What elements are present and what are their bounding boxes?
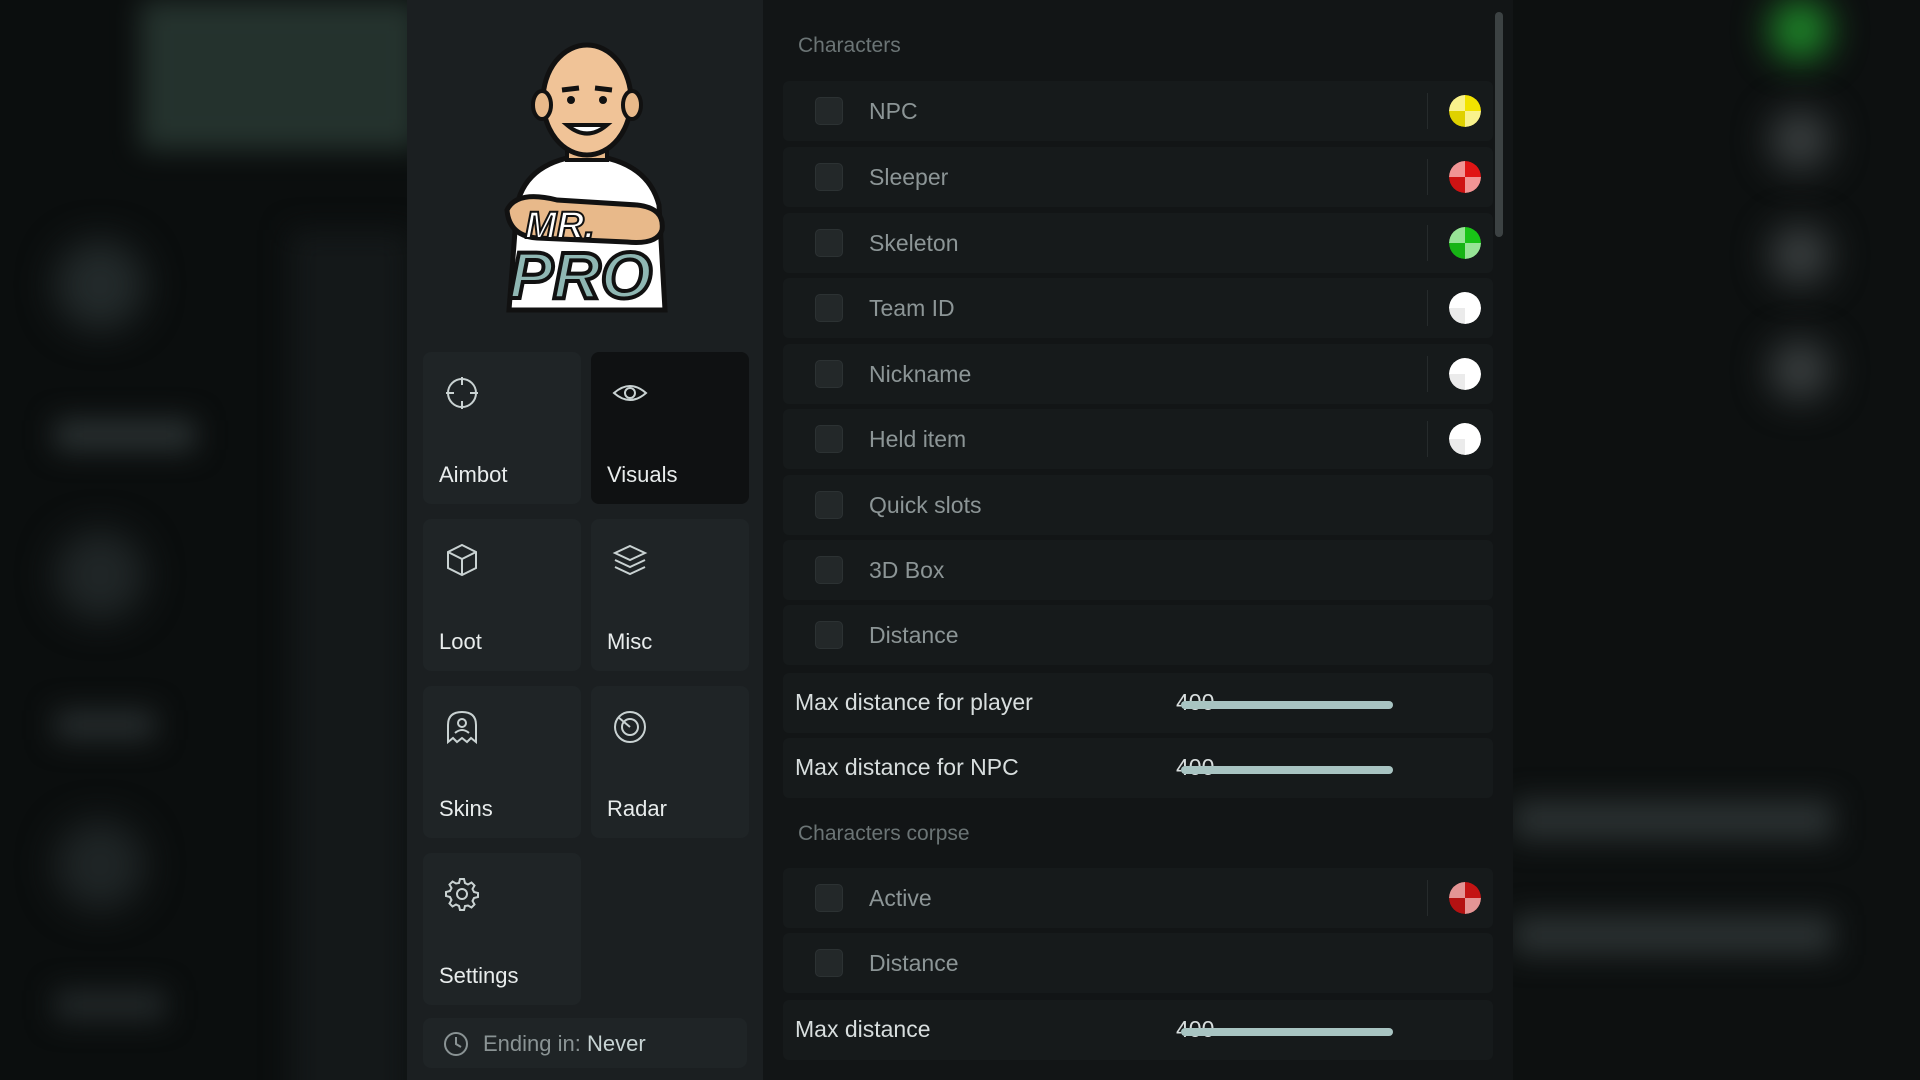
- option-label: Distance: [869, 950, 959, 976]
- option-label: Team ID: [869, 295, 955, 321]
- visuals-panel: Characters NPC Sleeper Skeleton Team ID …: [763, 0, 1513, 1080]
- sidebar: MR. PRO Aimbot Visuals Loot Misc Skins R…: [407, 0, 763, 1080]
- clock-icon: [444, 1032, 468, 1056]
- ghost-icon: [447, 710, 477, 745]
- option-row-distance: Distance: [783, 605, 1493, 665]
- slider-row-max-distance-npc: Max distance for NPC 400: [783, 738, 1493, 798]
- right-background: [1513, 0, 1920, 1080]
- nav-item-label: Skins: [439, 796, 493, 821]
- slider-row-max-distance-player: Max distance for player 400: [783, 673, 1493, 733]
- slider-label: Max distance for NPC: [795, 754, 1019, 780]
- ending-label: Ending in:: [483, 1031, 581, 1056]
- slider-row-corpse-max-distance: Max distance 400: [783, 1000, 1493, 1060]
- checkbox[interactable]: [815, 556, 843, 584]
- nav-item-aimbot[interactable]: Aimbot: [423, 352, 581, 504]
- nav-item-radar[interactable]: Radar: [591, 686, 749, 838]
- nav-item-loot[interactable]: Loot: [423, 519, 581, 671]
- slider-track[interactable]: [1181, 1028, 1393, 1036]
- crosshair-icon: [446, 377, 478, 409]
- option-label: Sleeper: [869, 164, 949, 190]
- radar-icon: [614, 711, 646, 743]
- nav-item-label: Radar: [607, 796, 667, 821]
- option-row-corpse-active: Active: [783, 868, 1493, 928]
- option-row-npc: NPC: [783, 81, 1493, 141]
- logo-text-pro: PRO: [509, 238, 652, 312]
- nav-item-label: Loot: [439, 629, 482, 654]
- slider-label: Max distance: [795, 1016, 931, 1042]
- slider-track[interactable]: [1181, 701, 1393, 709]
- checkbox[interactable]: [815, 97, 843, 125]
- option-row-skeleton: Skeleton: [783, 213, 1493, 273]
- slider-fill: [1181, 1028, 1393, 1036]
- slider-track[interactable]: [1181, 766, 1393, 774]
- option-row-corpse-distance: Distance: [783, 933, 1493, 993]
- divider: [1427, 880, 1428, 916]
- nav-item-label: Misc: [607, 629, 653, 654]
- divider: [1427, 290, 1428, 326]
- slider-label: Max distance for player: [795, 689, 1033, 715]
- option-row-3d-box: 3D Box: [783, 540, 1493, 600]
- color-picker[interactable]: [1449, 358, 1481, 390]
- option-label: Skeleton: [869, 230, 959, 256]
- nav-item-skins[interactable]: Skins: [423, 686, 581, 838]
- option-label: NPC: [869, 98, 918, 124]
- divider: [1427, 356, 1428, 392]
- option-label: 3D Box: [869, 557, 945, 583]
- subscription-status: Ending in: Never: [423, 1018, 747, 1068]
- color-picker[interactable]: [1449, 227, 1481, 259]
- divider: [1427, 225, 1428, 261]
- nav-item-misc[interactable]: Misc: [591, 519, 749, 671]
- eye-icon: [612, 385, 648, 401]
- option-label: Distance: [869, 622, 959, 648]
- checkbox[interactable]: [815, 294, 843, 322]
- option-row-nickname: Nickname: [783, 344, 1493, 404]
- section-title-characters: Characters: [798, 34, 901, 57]
- nav-item-settings[interactable]: Settings: [423, 853, 581, 1005]
- nav-item-visuals[interactable]: Visuals: [591, 352, 749, 504]
- option-row-held-item: Held item: [783, 409, 1493, 469]
- nav-item-label: Visuals: [607, 462, 678, 487]
- checkbox[interactable]: [815, 163, 843, 191]
- checkbox[interactable]: [815, 949, 843, 977]
- scrollbar[interactable]: [1495, 12, 1503, 237]
- color-picker[interactable]: [1449, 423, 1481, 455]
- checkbox[interactable]: [815, 621, 843, 649]
- section-title-characters-corpse: Characters corpse: [798, 822, 970, 845]
- option-row-quick-slots: Quick slots: [783, 475, 1493, 535]
- color-picker[interactable]: [1449, 882, 1481, 914]
- divider: [1427, 421, 1428, 457]
- divider: [1427, 159, 1428, 195]
- checkbox[interactable]: [815, 884, 843, 912]
- divider: [1427, 93, 1428, 129]
- gear-icon: [445, 878, 479, 911]
- option-label: Held item: [869, 426, 967, 452]
- mr-pro-logo: MR. PRO: [504, 42, 668, 314]
- nav-item-label: Aimbot: [439, 462, 508, 487]
- checkbox[interactable]: [815, 491, 843, 519]
- color-picker[interactable]: [1449, 161, 1481, 193]
- layers-icon: [612, 544, 648, 576]
- checkbox[interactable]: [815, 360, 843, 388]
- ending-value: Never: [586, 1031, 646, 1056]
- slider-fill: [1181, 701, 1393, 709]
- option-label: Nickname: [869, 361, 972, 387]
- slider-fill: [1181, 766, 1393, 774]
- checkbox[interactable]: [815, 425, 843, 453]
- cube-icon: [447, 543, 477, 577]
- checkbox[interactable]: [815, 229, 843, 257]
- option-label: Quick slots: [869, 492, 982, 518]
- option-row-team-id: Team ID: [783, 278, 1493, 338]
- option-row-sleeper: Sleeper: [783, 147, 1493, 207]
- color-picker[interactable]: [1449, 95, 1481, 127]
- option-label: Active: [869, 885, 932, 911]
- color-picker[interactable]: [1449, 292, 1481, 324]
- nav-item-label: Settings: [439, 963, 519, 988]
